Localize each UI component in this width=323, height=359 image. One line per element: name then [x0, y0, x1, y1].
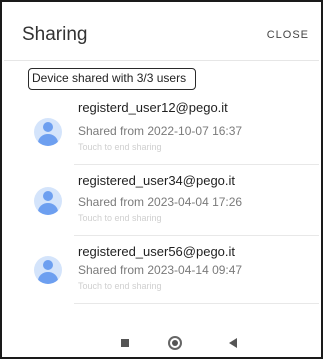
user-avatar-icon: [34, 118, 62, 146]
triangle-back-icon[interactable]: [229, 338, 237, 348]
row-divider: [74, 303, 319, 304]
end-sharing-hint: Touch to end sharing: [78, 142, 162, 152]
circle-home-icon[interactable]: [168, 336, 182, 350]
close-button[interactable]: CLOSE: [267, 29, 309, 41]
list-item-user-2[interactable]: registered_user34@pego.it Shared from 20…: [4, 165, 319, 237]
square-recents-icon[interactable]: [121, 339, 129, 347]
user-avatar-icon: [34, 256, 62, 284]
end-sharing-hint: Touch to end sharing: [78, 281, 162, 291]
dialog-title: Sharing: [22, 24, 88, 45]
list-item-user-3[interactable]: registered_user56@pego.it Shared from 20…: [4, 236, 319, 308]
shared-since: Shared from 2023-04-04 17:26: [78, 195, 243, 209]
user-email: registered_user56@pego.it: [78, 244, 236, 259]
user-email: registerd_user12@pego.it: [78, 100, 228, 115]
user-email: registered_user34@pego.it: [78, 173, 236, 188]
list-item-user-1[interactable]: registerd_user12@pego.it Shared from 202…: [4, 94, 319, 166]
shared-since: Shared from 2023-04-14 09:47: [78, 263, 243, 277]
shared-since: Shared from 2022-10-07 16:37: [78, 124, 243, 138]
header-divider: [4, 60, 319, 61]
system-nav-bar: [4, 325, 319, 355]
sharing-dialog: Sharing CLOSE Device shared with 3/3 use…: [0, 0, 323, 359]
user-avatar-icon: [34, 187, 62, 215]
dialog-header: Sharing CLOSE: [4, 4, 319, 62]
shared-count-badge: Device shared with 3/3 users: [28, 68, 197, 90]
end-sharing-hint: Touch to end sharing: [78, 213, 162, 223]
